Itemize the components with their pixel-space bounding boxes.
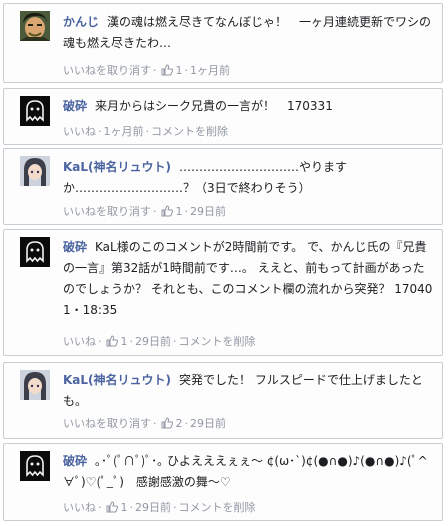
- like-count: 2: [175, 417, 183, 430]
- thumbs-up-icon: [106, 501, 118, 513]
- comment-author[interactable]: KaL(神名リュウト): [63, 160, 171, 174]
- comment-text: KaL様のこのコメントが2時間前です。 で、かんじ氏の『兄貴の一言』第32話が1…: [63, 240, 433, 317]
- delete-comment-link[interactable]: コメントを削除: [179, 335, 256, 348]
- comment-actions: いいねを取り消す · 2 · 29日前: [63, 417, 226, 430]
- anime-avatar-icon[interactable]: [20, 370, 50, 400]
- comment-timestamp[interactable]: 29日前: [190, 205, 226, 218]
- comment-feed: かんじ 漢の魂は燃え尽きてなんぼじゃ！ 一ヶ月連続更新でワシの魂も燃え尽きたわ… …: [0, 0, 448, 526]
- comment-text: 来月からはシーク兄貴の一言が！ 170331: [95, 99, 333, 113]
- thumbs-up-icon: [161, 417, 173, 429]
- comment-item: KaL(神名リュウト) 突発でした！ フルスピードで仕上げましたとも。 いいねを取…: [3, 362, 443, 439]
- comment-item: KaL(神名リュウト) …………………………やりますか………………………？（3日で…: [3, 148, 443, 225]
- comment-actions: いいねを取り消す · 1 · 1ヶ月前: [63, 64, 230, 77]
- comment-timestamp[interactable]: 29日前: [135, 335, 171, 348]
- ghost-avatar-icon[interactable]: [20, 451, 50, 481]
- comment-timestamp[interactable]: 1ヶ月前: [190, 64, 230, 77]
- like-link[interactable]: いいね: [63, 501, 96, 514]
- delete-comment-link[interactable]: コメントを削除: [179, 501, 256, 514]
- comment-item: 破砕 KaL様のこのコメントが2時間前です。 で、かんじ氏の『兄貴の一言』第32話…: [3, 229, 443, 356]
- comment-timestamp[interactable]: 29日前: [135, 501, 171, 514]
- delete-comment-link[interactable]: コメントを削除: [151, 125, 228, 138]
- thumbs-up-icon: [161, 205, 173, 217]
- ghost-avatar-icon[interactable]: [20, 96, 50, 126]
- unlike-link[interactable]: いいねを取り消す: [63, 205, 151, 218]
- unlike-link[interactable]: いいねを取り消す: [63, 64, 151, 77]
- comment-text: 漢の魂は燃え尽きてなんぼじゃ！ 一ヶ月連続更新でワシの魂も燃え尽きたわ…: [63, 15, 432, 50]
- comment-author[interactable]: 破砕: [63, 454, 87, 468]
- comment-author[interactable]: 破砕: [63, 99, 87, 113]
- unlike-link[interactable]: いいねを取り消す: [63, 417, 151, 430]
- like-count: 1: [175, 64, 183, 77]
- thumbs-up-icon: [161, 64, 173, 76]
- anime-avatar-icon[interactable]: [20, 156, 50, 186]
- comment-timestamp[interactable]: 29日前: [190, 417, 226, 430]
- comment-actions: いいね · 1ヶ月前 · コメントを削除: [63, 125, 228, 138]
- like-count: 1: [120, 501, 128, 514]
- like-count: 1: [120, 335, 128, 348]
- comment-author[interactable]: KaL(神名リュウト): [63, 373, 171, 387]
- comment-author[interactable]: かんじ: [63, 15, 99, 29]
- comment-actions: いいね · 1 · 29日前 · コメントを削除: [63, 501, 256, 514]
- user-photo-avatar-icon[interactable]: [20, 11, 50, 41]
- comment-timestamp[interactable]: 1ヶ月前: [104, 125, 144, 138]
- comment-author[interactable]: 破砕: [63, 240, 87, 254]
- comment-item: かんじ 漢の魂は燃え尽きてなんぼじゃ！ 一ヶ月連続更新でワシの魂も燃え尽きたわ… …: [3, 3, 443, 83]
- like-count: 1: [175, 205, 183, 218]
- comment-text: ｡･ﾟ(ﾟ∩ﾟ)ﾟ･｡ ひよえええぇぇ〜 ¢(ω･`)¢(●∩●)♪(●∩●)♪…: [63, 454, 428, 489]
- ghost-avatar-icon[interactable]: [20, 237, 50, 267]
- comment-item: 破砕 来月からはシーク兄貴の一言が！ 170331 いいね · 1ヶ月前 · コメントを削…: [3, 88, 443, 145]
- like-link[interactable]: いいね: [63, 125, 96, 138]
- comment-item: 破砕 ｡･ﾟ(ﾟ∩ﾟ)ﾟ･｡ ひよえええぇぇ〜 ¢(ω･`)¢(●∩●)♪(●∩●…: [3, 443, 443, 521]
- comment-actions: いいねを取り消す · 1 · 29日前: [63, 205, 226, 218]
- like-link[interactable]: いいね: [63, 335, 96, 348]
- comment-actions: いいね · 1 · 29日前 · コメントを削除: [63, 335, 256, 348]
- thumbs-up-icon: [106, 335, 118, 347]
